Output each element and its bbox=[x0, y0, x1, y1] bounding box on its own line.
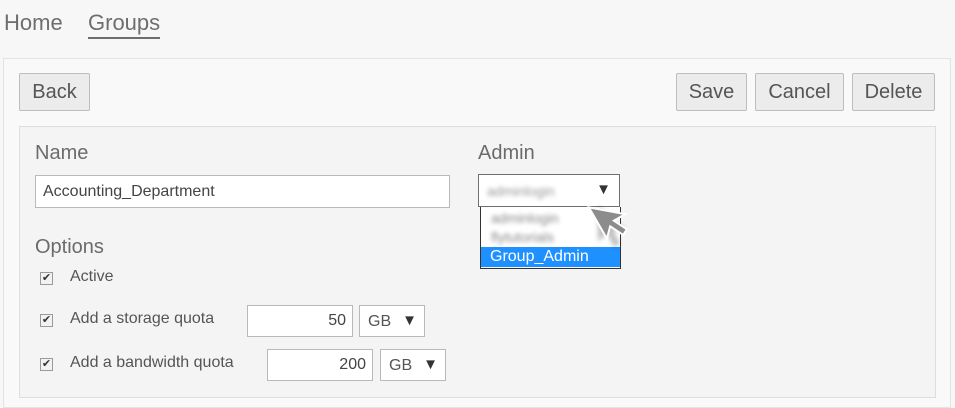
nav-groups-link[interactable]: Groups bbox=[88, 10, 161, 39]
storage-quota-input[interactable]: 50 bbox=[247, 305, 353, 337]
bandwidth-unit-select[interactable]: GB ▼ bbox=[380, 349, 446, 381]
back-button[interactable]: Back bbox=[19, 73, 90, 111]
delete-button[interactable]: Delete bbox=[852, 73, 935, 111]
save-button[interactable]: Save bbox=[676, 73, 747, 111]
chevron-down-icon: ▼ bbox=[423, 356, 438, 373]
mouse-pointer-icon bbox=[586, 206, 629, 247]
name-input[interactable]: Accounting_Department bbox=[35, 175, 450, 208]
nav-home-link[interactable]: Home bbox=[4, 10, 63, 36]
active-checkbox[interactable]: ✔ bbox=[40, 272, 53, 285]
bandwidth-quota-checkbox[interactable]: ✔ bbox=[40, 358, 53, 371]
bandwidth-quota-input[interactable]: 200 bbox=[267, 349, 373, 381]
active-label: Active bbox=[70, 268, 114, 285]
group-form-panel: Name Accounting_Department Admin adminlo… bbox=[19, 126, 936, 398]
admin-selected-value: adminlogin bbox=[487, 183, 555, 199]
storage-quota-label: Add a storage quota bbox=[70, 310, 215, 327]
storage-quota-checkbox[interactable]: ✔ bbox=[40, 314, 53, 327]
chevron-down-icon: ▼ bbox=[402, 312, 417, 329]
storage-unit-select[interactable]: GB ▼ bbox=[359, 305, 425, 337]
group-edit-card: Back Save Cancel Delete Name Accounting_… bbox=[3, 58, 951, 408]
bandwidth-quota-label: Add a bandwidth quota bbox=[70, 354, 234, 371]
admin-label: Admin bbox=[478, 142, 535, 164]
cancel-button[interactable]: Cancel bbox=[755, 73, 844, 111]
name-label: Name bbox=[35, 142, 89, 164]
bandwidth-unit-value: GB bbox=[389, 357, 413, 374]
breadcrumb-nav: Home Groups bbox=[0, 0, 955, 50]
options-label: Options bbox=[35, 236, 104, 258]
storage-unit-value: GB bbox=[368, 313, 392, 330]
